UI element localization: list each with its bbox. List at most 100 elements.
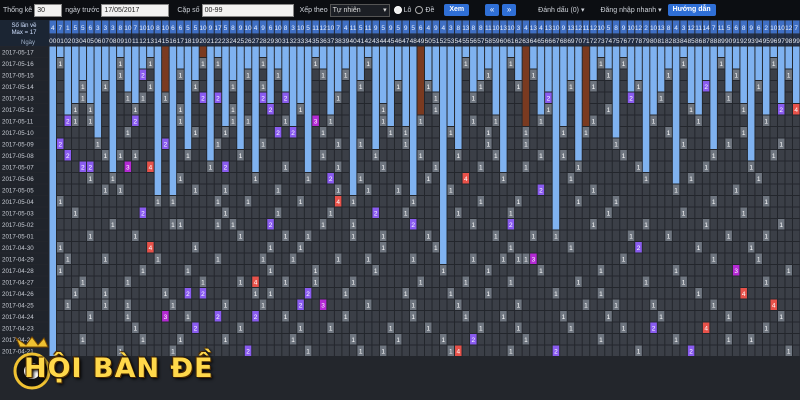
grid-cell[interactable]: [627, 127, 635, 138]
grid-cell[interactable]: [334, 334, 342, 345]
grid-cell[interactable]: [304, 276, 312, 288]
grid-cell[interactable]: [582, 242, 590, 253]
grid-cell[interactable]: [425, 92, 432, 104]
grid-cell[interactable]: [477, 92, 485, 104]
grid-cell[interactable]: [582, 138, 590, 150]
grid-cell[interactable]: [117, 115, 124, 127]
grid-cell[interactable]: [762, 207, 770, 219]
grid-cell[interactable]: [702, 115, 710, 127]
grid-cell[interactable]: [184, 322, 192, 334]
grid-cell[interactable]: [590, 322, 597, 334]
grid-cell[interactable]: [259, 207, 267, 219]
grid-cell[interactable]: [57, 207, 64, 219]
guide-button[interactable]: Hướng dẫn: [667, 4, 716, 16]
quick-login-dropdown[interactable]: Đăng nhập nhanh ▾: [600, 6, 661, 14]
grid-cell[interactable]: [470, 299, 477, 311]
grid-cell[interactable]: [259, 230, 267, 242]
grid-cell[interactable]: [537, 230, 545, 242]
grid-cell[interactable]: [274, 334, 282, 345]
grid-cell[interactable]: [109, 265, 117, 276]
grid-cell[interactable]: [605, 81, 612, 92]
grid-cell[interactable]: [124, 207, 132, 219]
grid-cell[interactable]: [732, 138, 740, 150]
grid-cell[interactable]: [237, 299, 244, 311]
grid-cell[interactable]: [117, 322, 124, 334]
grid-cell[interactable]: [357, 242, 364, 253]
grid-cell[interactable]: [207, 219, 214, 230]
grid-cell[interactable]: [169, 265, 177, 276]
grid-cell[interactable]: [560, 184, 567, 196]
grid-cell[interactable]: [274, 230, 282, 242]
grid-cell[interactable]: [349, 242, 357, 253]
grid-cell[interactable]: [342, 265, 349, 276]
grid-cell[interactable]: [515, 219, 522, 230]
grid-cell[interactable]: [229, 92, 237, 104]
grid-cell[interactable]: [192, 219, 199, 230]
grid-cell[interactable]: [560, 138, 567, 150]
grid-cell[interactable]: [319, 184, 327, 196]
grid-cell[interactable]: [762, 184, 770, 196]
grid-cell[interactable]: [627, 322, 635, 334]
grid-cell[interactable]: [94, 173, 102, 184]
grid-cell[interactable]: [342, 299, 349, 311]
grid-cell[interactable]: [635, 311, 642, 322]
grid-cell[interactable]: [57, 173, 64, 184]
grid-cell[interactable]: [770, 276, 777, 288]
grid-cell[interactable]: [394, 104, 402, 115]
grid-cell[interactable]: [582, 322, 590, 334]
grid-cell[interactable]: [102, 242, 109, 253]
grid-cell[interactable]: [289, 345, 297, 357]
grid-cell[interactable]: [394, 150, 402, 161]
grid-cell[interactable]: [710, 219, 717, 230]
grid-cell[interactable]: [334, 242, 342, 253]
grid-cell[interactable]: [64, 242, 72, 253]
grid-cell[interactable]: [357, 104, 364, 115]
grid-cell[interactable]: [102, 173, 109, 184]
grid-cell[interactable]: [485, 196, 492, 207]
grid-cell[interactable]: [342, 92, 349, 104]
grid-cell[interactable]: [770, 345, 777, 357]
grid-cell[interactable]: [222, 265, 229, 276]
grid-cell[interactable]: [657, 115, 665, 127]
grid-cell[interactable]: [402, 322, 409, 334]
grid-cell[interactable]: [117, 138, 124, 150]
grid-cell[interactable]: [154, 230, 162, 242]
grid-cell[interactable]: [432, 207, 440, 219]
grid-cell[interactable]: [680, 161, 687, 173]
grid-cell[interactable]: [117, 253, 124, 265]
date-input[interactable]: 17/05/2017: [101, 3, 170, 17]
grid-cell[interactable]: [470, 184, 477, 196]
de-radio[interactable]: [415, 6, 424, 14]
grid-cell[interactable]: [349, 311, 357, 322]
grid-cell[interactable]: [64, 230, 72, 242]
grid-cell[interactable]: [725, 276, 732, 288]
grid-cell[interactable]: [657, 161, 665, 173]
grid-cell[interactable]: [665, 115, 672, 127]
grid-cell[interactable]: [417, 207, 424, 219]
grid-cell[interactable]: [462, 334, 470, 345]
grid-cell[interactable]: [755, 299, 762, 311]
grid-cell[interactable]: [102, 161, 109, 173]
grid-cell[interactable]: [192, 299, 199, 311]
grid-cell[interactable]: [785, 334, 792, 345]
grid-cell[interactable]: [312, 230, 319, 242]
grid-cell[interactable]: [597, 311, 605, 322]
grid-cell[interactable]: [319, 81, 327, 92]
grid-cell[interactable]: [199, 184, 207, 196]
grid-cell[interactable]: [792, 253, 800, 265]
grid-cell[interactable]: [222, 138, 229, 150]
grid-cell[interactable]: [432, 184, 440, 196]
grid-cell[interactable]: [770, 322, 777, 334]
grid-cell[interactable]: [462, 288, 470, 299]
grid-cell[interactable]: [612, 230, 620, 242]
grid-cell[interactable]: [530, 299, 537, 311]
grid-cell[interactable]: [785, 115, 792, 127]
grid-cell[interactable]: [732, 334, 740, 345]
grid-cell[interactable]: [455, 322, 462, 334]
grid-cell[interactable]: [575, 334, 582, 345]
grid-cell[interactable]: [132, 219, 139, 230]
grid-cell[interactable]: [777, 265, 785, 276]
grid-cell[interactable]: [567, 311, 575, 322]
grid-cell[interactable]: [207, 288, 214, 299]
grid-cell[interactable]: [162, 299, 169, 311]
